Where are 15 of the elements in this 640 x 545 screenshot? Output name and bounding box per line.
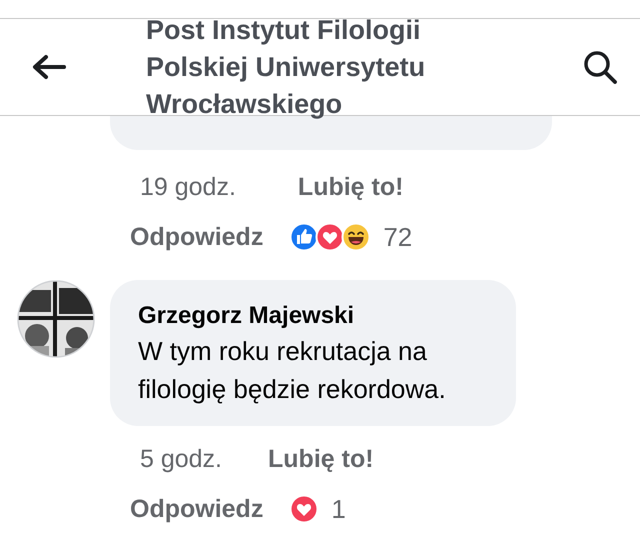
reaction-count: 72 [383,222,412,252]
comment-author[interactable]: Grzegorz Majewski [138,300,488,332]
comment-text: W tym roku rekrutacja na filologię będzie rekordowa. [138,335,447,406]
laughing-reaction-icon [341,222,372,252]
reaction-count: 1 [331,494,346,524]
comment-time: 5 godz. [140,444,222,474]
reply-link[interactable]: Odpowiedz [130,494,264,524]
like-link[interactable]: Lubię to! [298,172,404,202]
like-link[interactable]: Lubię to! [268,444,374,474]
post-title: Post Instytut Filologii Polskiej Uniwersytetu Wrocławskiego [146,14,426,121]
reply-link[interactable]: Odpowiedz [130,222,264,252]
heart-reaction-icon [289,494,320,524]
comment-time: 19 godz. [140,172,236,202]
back-arrow-icon[interactable] [32,54,66,80]
search-icon[interactable] [582,49,618,85]
